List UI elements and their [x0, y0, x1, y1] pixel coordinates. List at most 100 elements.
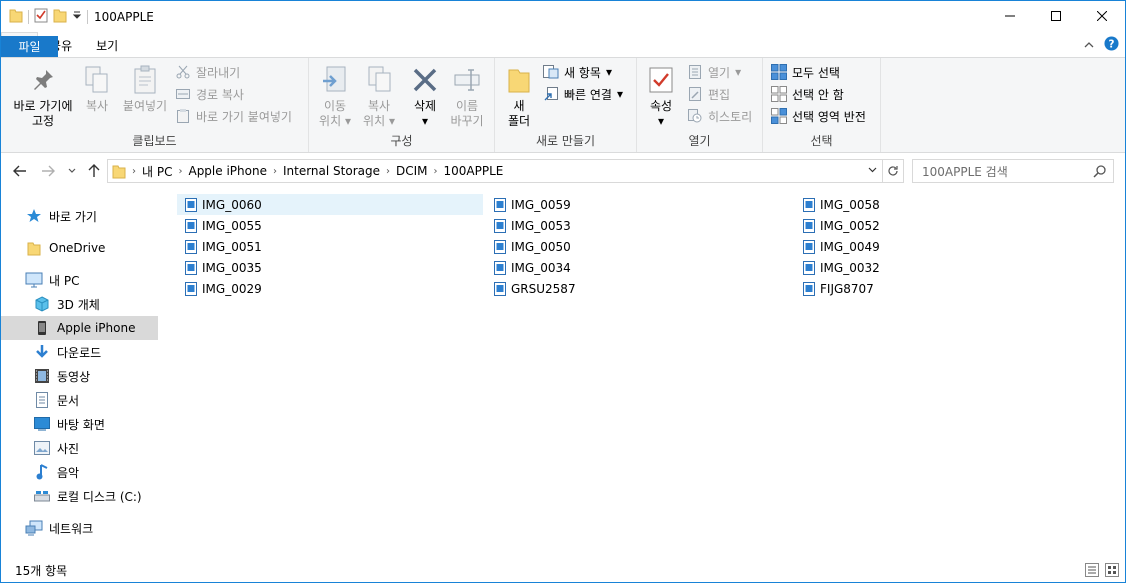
- sidebar-item-apple-iphone[interactable]: Apple iPhone: [1, 316, 158, 340]
- title-bar: 100APPLE: [1, 1, 1125, 32]
- clipboard-group-label: 클립보드: [132, 134, 177, 148]
- sidebar-item-this-pc[interactable]: 내 PC: [1, 268, 158, 292]
- search-placeholder: 100APPLE 검색: [922, 164, 1008, 179]
- help-icon[interactable]: ?: [1104, 36, 1119, 54]
- new-item-icon: [543, 64, 559, 80]
- tab-view[interactable]: 보기: [84, 33, 130, 57]
- up-button[interactable]: [85, 162, 103, 180]
- file-item[interactable]: GRSU2587: [486, 278, 786, 299]
- sidebar-item-onedrive[interactable]: OneDrive: [1, 236, 158, 260]
- select-none-button[interactable]: 선택 안 함: [771, 84, 844, 104]
- refresh-button[interactable]: [882, 159, 904, 183]
- sidebar-item-3d-objects[interactable]: 3D 개체: [1, 292, 158, 316]
- file-item[interactable]: FIJG8707: [795, 278, 1095, 299]
- large-icons-view-icon[interactable]: [1105, 563, 1119, 580]
- file-item[interactable]: IMG_0034: [486, 257, 786, 278]
- copy-to-button[interactable]: 복사 위치 ▾: [359, 64, 399, 129]
- image-file-icon: [803, 239, 815, 254]
- invert-selection-button[interactable]: 선택 영역 반전: [771, 106, 866, 126]
- organize-group-label: 구성: [390, 134, 413, 148]
- properties-quick-icon[interactable]: [34, 7, 48, 26]
- select-group-label: 선택: [810, 134, 833, 148]
- minimize-button[interactable]: [987, 1, 1033, 31]
- rename-button[interactable]: 이름 바꾸기: [447, 64, 487, 129]
- file-item[interactable]: IMG_0051: [177, 236, 483, 257]
- customize-qat-icon[interactable]: [72, 10, 82, 24]
- paste-shortcut-button[interactable]: 바로 가기 붙여넣기: [175, 106, 292, 126]
- copy-path-button[interactable]: 경로 복사: [175, 84, 244, 104]
- delete-button[interactable]: 삭제 ▾: [407, 64, 443, 129]
- paste-icon: [129, 64, 161, 96]
- history-button[interactable]: 히스토리: [687, 106, 752, 126]
- sidebar-item-downloads[interactable]: 다운로드: [1, 340, 158, 364]
- select-none-icon: [771, 86, 787, 102]
- file-item[interactable]: IMG_0049: [795, 236, 1095, 257]
- select-all-button[interactable]: 모두 선택: [771, 62, 840, 82]
- file-item[interactable]: IMG_0055: [177, 215, 483, 236]
- onedrive-folder-icon: [25, 239, 43, 257]
- file-item[interactable]: IMG_0050: [486, 236, 786, 257]
- details-view-icon[interactable]: [1085, 563, 1099, 580]
- collapse-ribbon-icon[interactable]: [1084, 38, 1094, 52]
- easy-access-icon: [543, 86, 559, 102]
- file-item[interactable]: IMG_0059: [486, 194, 786, 215]
- image-file-icon: [494, 281, 506, 296]
- breadcrumb-this-pc[interactable]: 내 PC: [142, 163, 172, 180]
- pin-to-quick-access-button[interactable]: 바로 가기에 고정: [7, 64, 79, 129]
- new-folder-quick-icon[interactable]: [53, 7, 67, 26]
- breadcrumb-internal-storage[interactable]: Internal Storage: [283, 164, 380, 178]
- edit-button[interactable]: 편집: [687, 84, 730, 104]
- sidebar-item-network[interactable]: 네트워크: [1, 516, 158, 540]
- copy-button[interactable]: 복사: [81, 64, 113, 114]
- history-icon: [687, 108, 703, 124]
- music-note-icon: [33, 463, 51, 481]
- sidebar-item-desktop[interactable]: 바탕 화면: [1, 412, 158, 436]
- new-folder-button[interactable]: 새 폴더: [503, 64, 535, 129]
- breadcrumb-100apple[interactable]: 100APPLE: [444, 164, 504, 178]
- maximize-button[interactable]: [1033, 1, 1079, 31]
- forward-button[interactable]: [39, 162, 57, 180]
- sidebar-item-music[interactable]: 음악: [1, 460, 158, 484]
- back-button[interactable]: [11, 162, 29, 180]
- cut-button[interactable]: 잘라내기: [175, 62, 240, 82]
- file-item[interactable]: IMG_0053: [486, 215, 786, 236]
- pin-icon: [27, 64, 59, 96]
- edit-icon: [687, 86, 703, 102]
- move-to-button[interactable]: 이동 위치 ▾: [315, 64, 355, 129]
- clipboard-group: 바로 가기에 고정 복사 붙여넣기 잘라내기 경로 복사 바로 가기 붙여넣기 …: [1, 58, 309, 152]
- open-group-label: 열기: [688, 134, 711, 148]
- explorer-window: 100APPLE 파일 홈 공유 보기 ?: [0, 0, 1126, 583]
- sidebar-item-videos[interactable]: 동영상: [1, 364, 158, 388]
- sidebar-item-documents[interactable]: 문서: [1, 388, 158, 412]
- file-item[interactable]: IMG_0060: [177, 194, 483, 215]
- breadcrumb-dcim[interactable]: DCIM: [396, 164, 428, 178]
- breadcrumb-apple-iphone[interactable]: Apple iPhone: [188, 164, 266, 178]
- recent-locations-button[interactable]: [63, 162, 81, 180]
- file-list: IMG_0060 IMG_0059 IMG_0058 IMG_0055 IMG_…: [173, 194, 1113, 554]
- network-icon: [25, 519, 43, 537]
- address-bar[interactable]: › 내 PC › Apple iPhone › Internal Storage…: [107, 159, 883, 183]
- address-dropdown-icon[interactable]: [868, 167, 877, 173]
- open-button[interactable]: 열기 ▾: [687, 62, 741, 82]
- file-item[interactable]: IMG_0029: [177, 278, 483, 299]
- sidebar-item-pictures[interactable]: 사진: [1, 436, 158, 460]
- file-item[interactable]: IMG_0052: [795, 215, 1095, 236]
- file-item[interactable]: IMG_0058: [795, 194, 1095, 215]
- sidebar-item-local-disk-c[interactable]: 로컬 디스크 (C:): [1, 484, 158, 508]
- select-all-icon: [771, 64, 787, 80]
- search-input[interactable]: 100APPLE 검색: [912, 159, 1114, 183]
- status-bar: 15개 항목: [1, 559, 1125, 582]
- paste-button[interactable]: 붙여넣기: [119, 64, 171, 114]
- image-file-icon: [185, 218, 197, 233]
- close-button[interactable]: [1079, 1, 1125, 31]
- file-item[interactable]: IMG_0035: [177, 257, 483, 278]
- window-controls: [987, 1, 1125, 31]
- easy-access-button[interactable]: 빠른 연결 ▾: [543, 84, 623, 104]
- download-arrow-icon: [33, 343, 51, 361]
- file-item[interactable]: IMG_0032: [795, 257, 1095, 278]
- image-file-icon: [494, 197, 506, 212]
- new-item-button[interactable]: 새 항목 ▾: [543, 62, 612, 82]
- sidebar-item-quick-access[interactable]: 바로 가기: [1, 204, 158, 228]
- tab-file[interactable]: 파일: [1, 36, 58, 57]
- properties-button[interactable]: 속성 ▾: [645, 64, 677, 129]
